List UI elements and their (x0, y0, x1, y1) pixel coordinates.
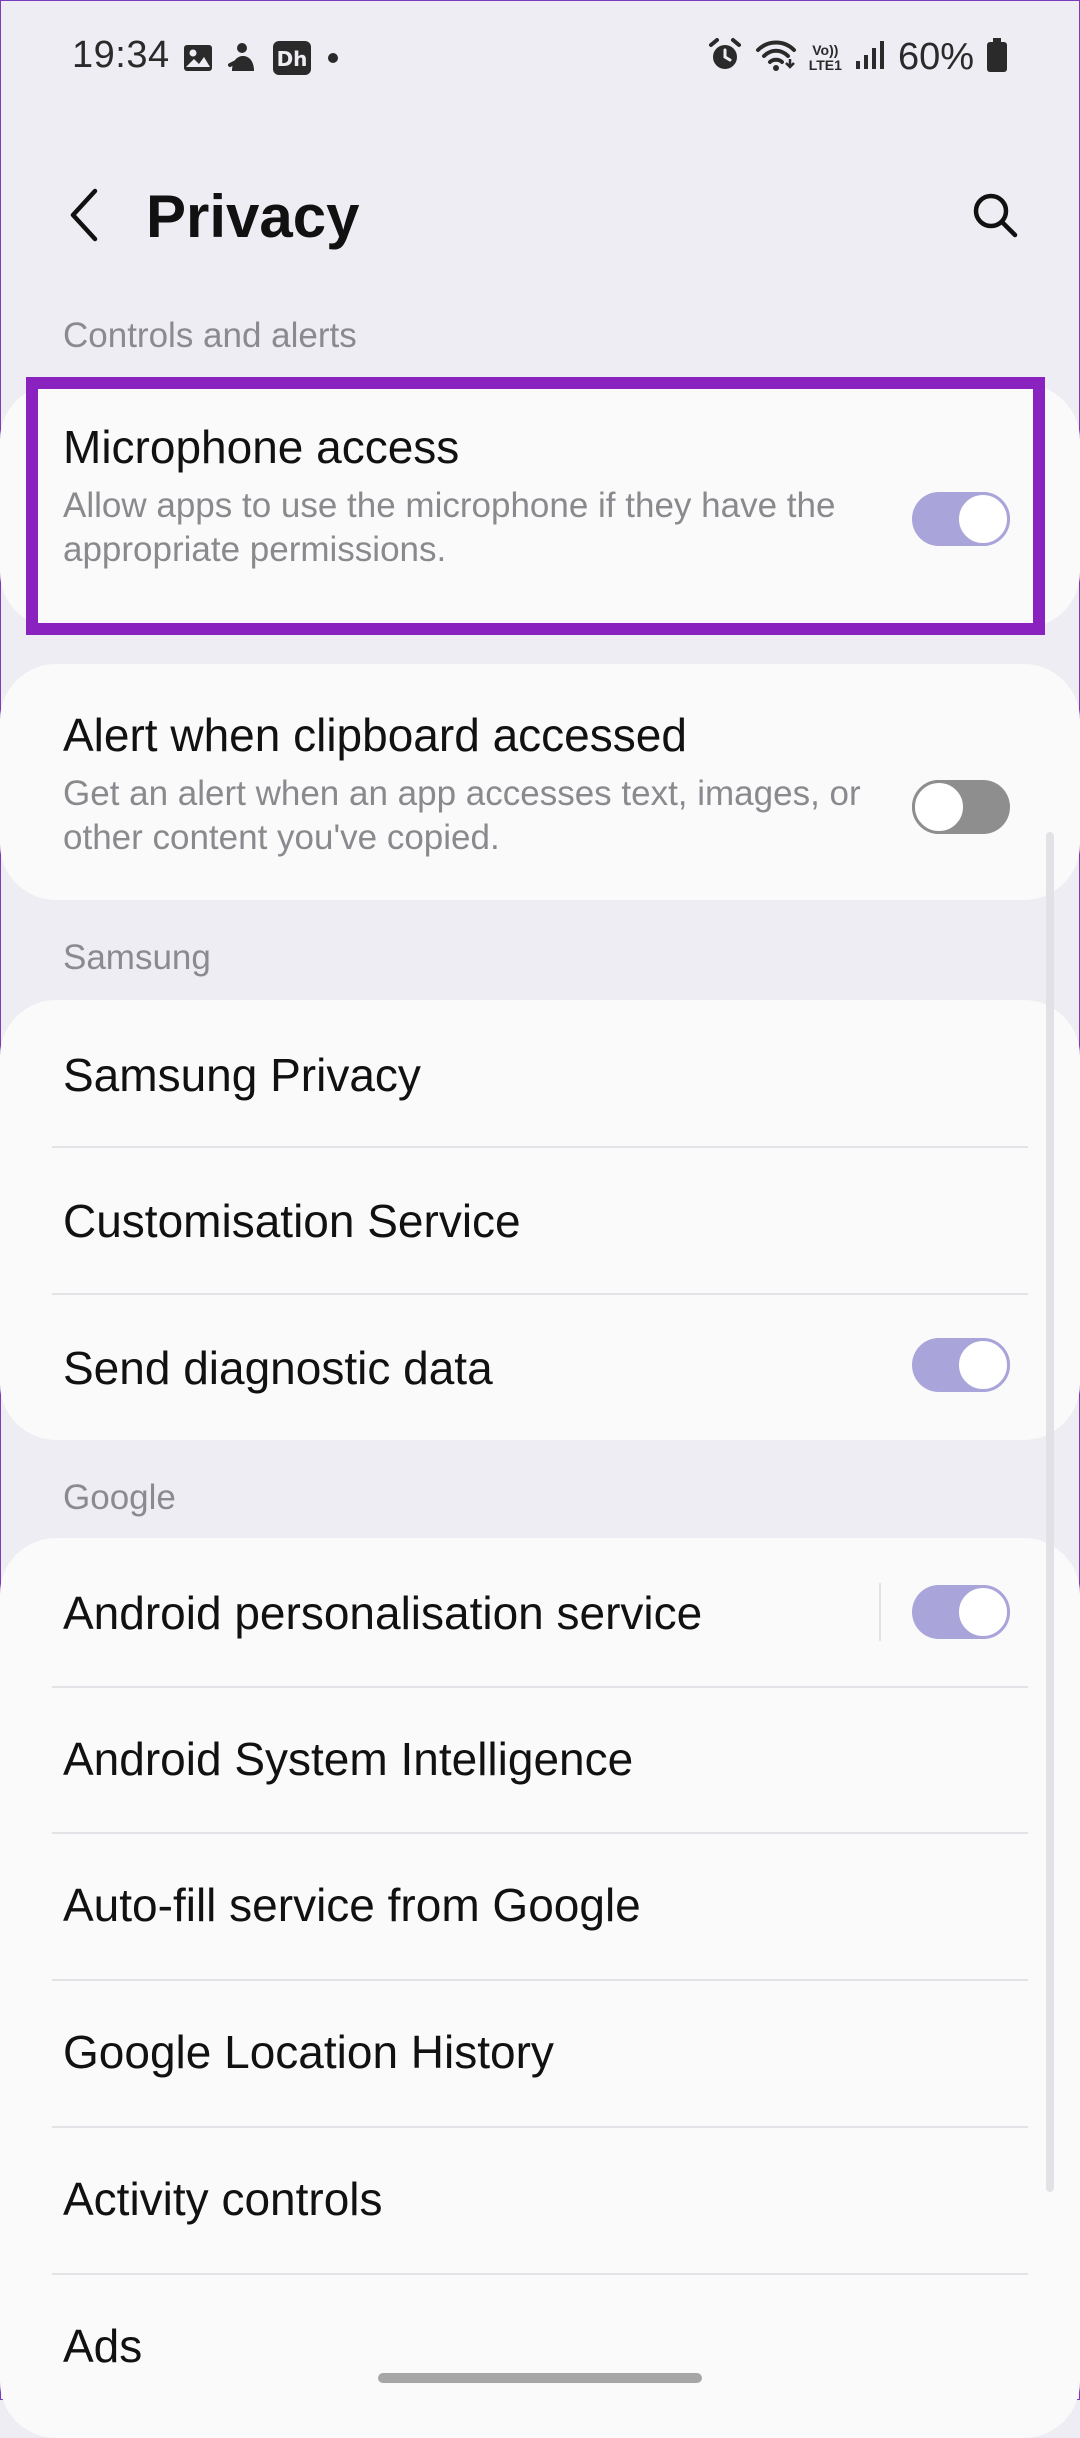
network-lte-label: LTE1 (808, 56, 842, 73)
clipboard-alert-row[interactable]: Alert when clipboard accessed Get an ale… (0, 664, 1080, 900)
scrollbar[interactable] (1046, 832, 1054, 2192)
vertical-separator (879, 1583, 881, 1641)
app-notification-icon (228, 41, 258, 80)
section-header-samsung: Samsung (63, 938, 211, 977)
toggle-knob (956, 1338, 1010, 1392)
android-personalisation-toggle[interactable] (912, 1585, 1010, 1639)
google-location-history-row[interactable]: Google Location History (0, 1981, 1080, 2126)
wifi-icon (755, 37, 797, 78)
autofill-service-label: Auto-fill service from Google (63, 1879, 641, 1931)
system-icons: Vo)) LTE1 60% (707, 36, 1008, 79)
ads-label: Ads (63, 2320, 143, 2372)
network-volte-label: Vo)) (812, 41, 839, 58)
send-diagnostic-label: Send diagnostic data (63, 1342, 493, 1394)
chevron-left-icon (70, 188, 98, 242)
section-header-controls: Controls and alerts (63, 316, 357, 355)
activity-controls-label: Activity controls (63, 2173, 383, 2225)
clipboard-alert-toggle[interactable] (912, 780, 1010, 834)
activity-controls-row[interactable]: Activity controls (0, 2128, 1080, 2273)
status-time: 19:34 (72, 34, 170, 76)
volte-lte-icon: Vo)) LTE1 (808, 41, 842, 73)
microphone-access-title: Microphone access (63, 421, 460, 473)
microphone-access-subtitle: Allow apps to use the microphone if they… (63, 486, 836, 569)
android-system-intelligence-row[interactable]: Android System Intelligence (0, 1688, 1080, 1832)
page-title: Privacy (146, 183, 360, 250)
battery-percent: 60% (897, 36, 974, 78)
search-icon (973, 193, 1018, 238)
send-diagnostic-row[interactable]: Send diagnostic data (0, 1295, 1080, 1440)
clipboard-alert-title: Alert when clipboard accessed (63, 709, 687, 761)
autofill-service-row[interactable]: Auto-fill service from Google (0, 1834, 1080, 1979)
navigation-handle[interactable] (378, 2373, 702, 2383)
clipboard-alert-card: Alert when clipboard accessed Get an ale… (0, 664, 1080, 900)
samsung-card: Samsung Privacy Customisation Service Se… (0, 1000, 1080, 1440)
send-diagnostic-toggle[interactable] (912, 1338, 1010, 1392)
samsung-privacy-label: Samsung Privacy (63, 1049, 421, 1101)
toggle-knob (956, 492, 1010, 546)
gallery-icon (182, 42, 214, 79)
notification-icons: Dh (182, 40, 340, 81)
alarm-icon (707, 37, 743, 78)
section-header-google: Google (63, 1478, 176, 1517)
android-personalisation-row[interactable]: Android personalisation service (0, 1538, 1080, 1686)
battery-icon (986, 37, 1008, 78)
app-bar: Privacy (0, 150, 1080, 280)
microphone-access-card: Microphone access Allow apps to use the … (0, 384, 1080, 628)
customisation-service-row[interactable]: Customisation Service (0, 1148, 1080, 1294)
android-system-intelligence-label: Android System Intelligence (63, 1733, 634, 1785)
signal-icon (854, 39, 886, 76)
toggle-knob (956, 1585, 1010, 1639)
back-button[interactable] (50, 180, 120, 250)
android-personalisation-label: Android personalisation service (63, 1587, 703, 1639)
search-button[interactable] (960, 180, 1030, 250)
microphone-access-toggle[interactable] (912, 492, 1010, 546)
google-location-history-label: Google Location History (63, 2026, 554, 2078)
svg-text:Dh: Dh (277, 47, 308, 71)
samsung-privacy-row[interactable]: Samsung Privacy (0, 1000, 1080, 1146)
toggle-knob (912, 780, 966, 834)
dot-icon (326, 51, 340, 70)
disney-hotstar-icon: Dh (272, 40, 312, 81)
status-bar: 19:34 Dh Vo)) LTE1 60% (0, 0, 1080, 120)
clipboard-alert-subtitle: Get an alert when an app accesses text, … (63, 774, 861, 857)
google-card: Android personalisation service Android … (0, 1538, 1080, 2438)
microphone-access-row[interactable]: Microphone access Allow apps to use the … (0, 384, 1080, 628)
customisation-service-label: Customisation Service (63, 1195, 521, 1247)
